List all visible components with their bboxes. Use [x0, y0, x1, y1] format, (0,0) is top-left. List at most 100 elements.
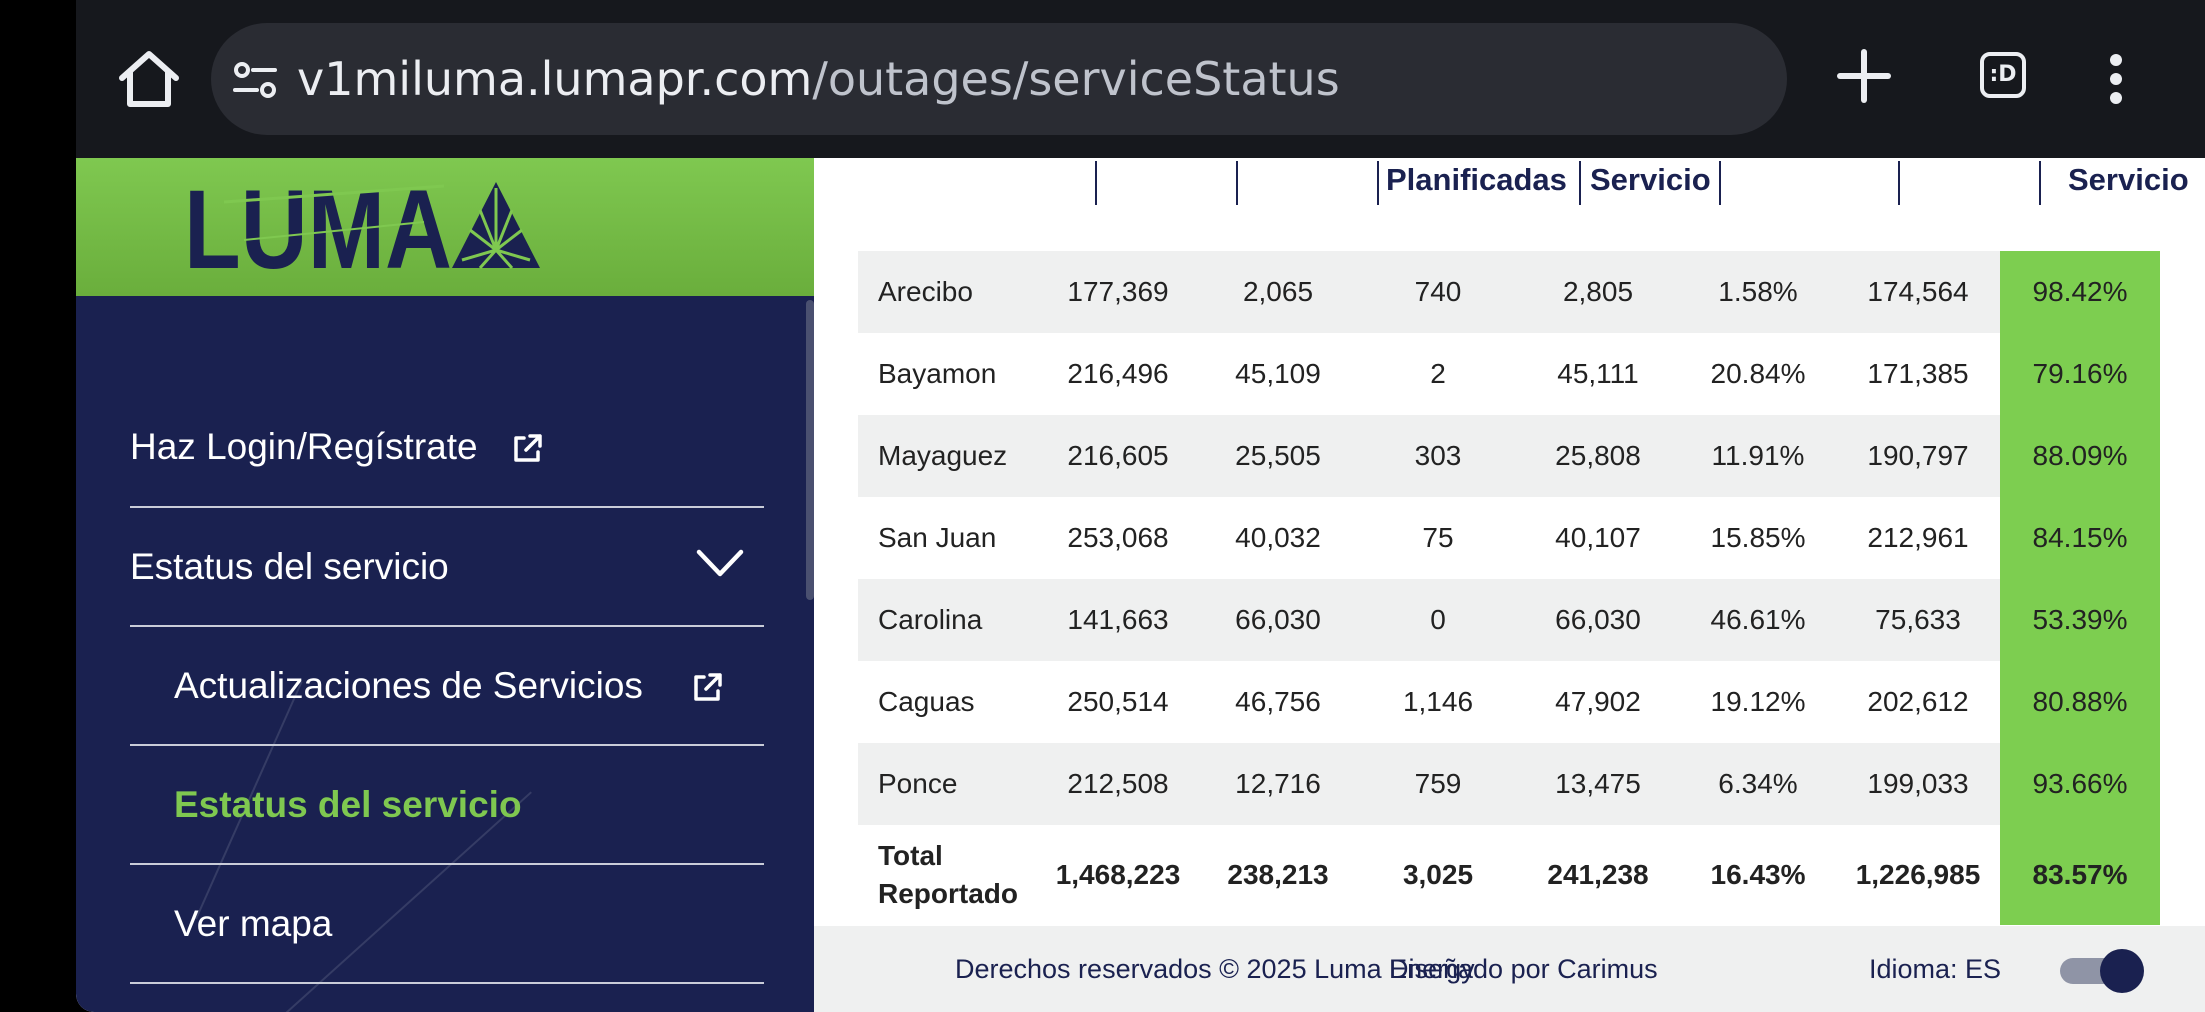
table-cell: 11.91%	[1711, 440, 1805, 471]
column-header-servicio: Servicio	[1590, 162, 1711, 197]
total-cell: 238,213	[1227, 859, 1329, 890]
total-cell: 3,025	[1402, 859, 1474, 890]
header-divider	[2039, 161, 2041, 205]
column-header-planificadas: Planificadas	[1386, 162, 1567, 197]
table-cell: 2,065	[1242, 276, 1314, 307]
table-row: Ponce 212,508 12,716 759 13,475 6.34% 19…	[858, 743, 2160, 825]
external-link-icon	[690, 671, 724, 709]
sidebar-scrollbar[interactable]	[806, 300, 814, 600]
logo-band: LUMA	[76, 158, 814, 296]
region-cell: Arecibo	[878, 276, 973, 307]
designed-by-link[interactable]: Diseñado por Carimus	[1389, 926, 1658, 1012]
region-cell: Mayaguez	[878, 440, 1008, 471]
table-cell: 75	[1422, 522, 1454, 553]
url-host: v1miluma.lumapr.com	[297, 52, 813, 106]
more-menu-icon[interactable]	[2110, 54, 2124, 104]
new-tab-icon[interactable]	[1836, 48, 1892, 104]
table-cell: 216,605	[1067, 440, 1169, 471]
table-cell: 40,107	[1555, 522, 1641, 553]
table-cell: 0	[1430, 604, 1446, 635]
region-cell: Carolina	[878, 604, 983, 635]
external-link-icon	[510, 432, 544, 470]
table-cell: 1,146	[1402, 686, 1474, 717]
page: LUMA Haz Login/Regístrate Estatus del se…	[76, 158, 2205, 1012]
service-percent-cell: 88.09%	[2000, 415, 2160, 497]
service-percent-cell: 98.42%	[2000, 251, 2160, 333]
header-divider	[1898, 161, 1900, 205]
table-cell: 250,514	[1067, 686, 1169, 717]
nav-view-map-label: Ver mapa	[174, 903, 333, 944]
region-cell: Caguas	[878, 686, 975, 717]
table-cell: 216,496	[1067, 358, 1169, 389]
home-icon[interactable]	[116, 50, 182, 108]
table-row: Mayaguez 216,605 25,505 303 25,808 11.91…	[858, 415, 2160, 497]
table-cell: 177,369	[1067, 276, 1169, 307]
region-cell: San Juan	[878, 522, 997, 553]
language-toggle[interactable]	[2060, 949, 2144, 993]
table-cell: 141,663	[1067, 604, 1169, 635]
tab-switcher-button[interactable]: :D	[1980, 52, 2026, 98]
site-settings-icon[interactable]	[233, 58, 277, 102]
luma-logo[interactable]: LUMA	[184, 167, 540, 292]
table-cell: 1.58%	[1718, 276, 1798, 307]
table-cell: 303	[1414, 440, 1462, 471]
table-cell: 174,564	[1867, 276, 1969, 307]
table-cell: 40,032	[1235, 522, 1321, 553]
nav-service-status-active[interactable]: Estatus del servicio	[130, 746, 764, 865]
table-cell: 190,797	[1867, 440, 1969, 471]
nav-service-updates-label: Actualizaciones de Servicios	[174, 665, 643, 706]
nav-service-status-label: Estatus del servicio	[130, 546, 449, 587]
table-cell: 47,902	[1555, 686, 1641, 717]
table-cell: 740	[1414, 276, 1462, 307]
service-status-content: Planificadas Servicio Servicio Arecibo 1…	[814, 158, 2205, 1012]
table-row: Carolina 141,663 66,030 0 66,030 46.61% …	[858, 579, 2160, 661]
nav-login-register[interactable]: Haz Login/Regístrate	[130, 388, 764, 508]
toggle-knob	[2100, 949, 2144, 993]
sidebar: LUMA Haz Login/Regístrate Estatus del se…	[76, 158, 814, 1012]
nav-login-label: Haz Login/Regístrate	[130, 426, 478, 467]
table-cell: 759	[1414, 768, 1462, 799]
total-cell: 16.43%	[1710, 859, 1806, 890]
total-cell: 1,226,985	[1855, 859, 1981, 890]
header-divider	[1579, 161, 1581, 205]
table-cell: 45,111	[1557, 358, 1639, 389]
table-row: San Juan 253,068 40,032 75 40,107 15.85%…	[858, 497, 2160, 579]
service-percent-cell: 80.88%	[2000, 661, 2160, 743]
table-cell: 45,109	[1235, 358, 1321, 389]
nav-view-map[interactable]: Ver mapa	[130, 865, 764, 984]
nav-service-updates[interactable]: Actualizaciones de Servicios	[130, 627, 764, 746]
table-cell: 46.61%	[1710, 604, 1806, 635]
table-cell: 15.85%	[1710, 522, 1806, 553]
column-header-pct-servicio: Servicio	[2068, 162, 2189, 197]
total-service-percent-cell: 83.57%	[2000, 825, 2160, 925]
table-cell: 46,756	[1235, 686, 1321, 717]
total-cell: 241,238	[1547, 859, 1649, 890]
region-cell: Bayamon	[878, 358, 997, 389]
browser-toolbar: v1miluma.lumapr.com/outages/serviceStatu…	[76, 0, 2205, 158]
header-divider	[1236, 161, 1238, 205]
nav-service-status-active-label: Estatus del servicio	[174, 784, 522, 825]
header-divider	[1377, 161, 1379, 205]
table-cell: 171,385	[1867, 358, 1969, 389]
table-cell: 66,030	[1235, 604, 1321, 635]
region-cell: Ponce	[878, 768, 958, 799]
language-label: Idioma: ES	[1869, 954, 2002, 984]
url-text[interactable]: v1miluma.lumapr.com/outages/serviceStatu…	[297, 49, 1340, 109]
chevron-down-icon	[696, 548, 744, 582]
table-cell: 19.12%	[1710, 686, 1806, 717]
header-divider	[1719, 161, 1721, 205]
table-cell: 20.84%	[1710, 358, 1806, 389]
table-row: Bayamon 216,496 45,109 2 45,111 20.84% 1…	[858, 333, 2160, 415]
footer: Derechos reservados © 2025 Luma Energy D…	[814, 926, 2205, 1012]
total-label-cell: Total Reportado	[878, 840, 1018, 909]
table-cell: 12,716	[1235, 768, 1321, 799]
nav-service-status-toggle[interactable]: Estatus del servicio	[130, 508, 764, 627]
table-cell: 2,805	[1562, 276, 1634, 307]
address-bar[interactable]: v1miluma.lumapr.com/outages/serviceStatu…	[211, 23, 1787, 135]
service-percent-cell: 93.66%	[2000, 743, 2160, 825]
table-cell: 75,633	[1875, 604, 1961, 635]
table-cell: 199,033	[1867, 768, 1969, 799]
service-percent-cell: 84.15%	[2000, 497, 2160, 579]
table-total-row: Total Reportado 1,468,223 238,213 3,025 …	[858, 825, 2160, 925]
table-cell: 25,505	[1235, 440, 1321, 471]
